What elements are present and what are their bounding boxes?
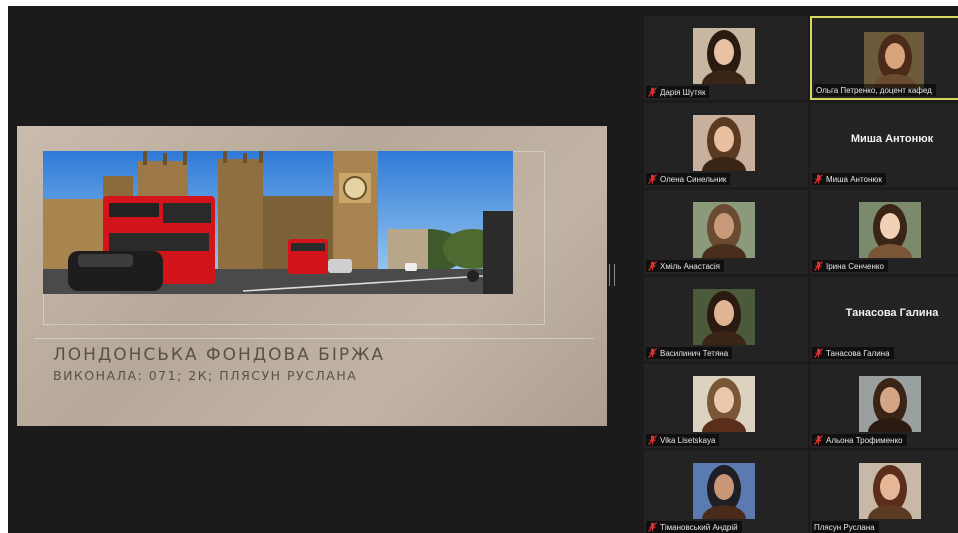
participant-video	[859, 202, 921, 258]
window-edge	[0, 0, 8, 533]
participant-name-bar: Олена Синельник	[646, 173, 731, 185]
participant-tile[interactable]: Хміль Анастасія	[644, 190, 808, 274]
participant-name-bar: Дарія Шутяк	[646, 86, 710, 98]
muted-microphone-icon	[648, 87, 657, 97]
participant-video	[693, 463, 755, 519]
participant-tile[interactable]: Ольга Петренко, доцент кафед	[810, 16, 958, 100]
muted-microphone-icon	[648, 435, 657, 445]
participant-video	[693, 289, 755, 345]
muted-microphone-icon	[814, 174, 823, 184]
participant-video	[693, 28, 755, 84]
participant-tile[interactable]: Василинич Тетяна	[644, 277, 808, 361]
participant-tile[interactable]: Танасова Галина Танасова Галина	[810, 277, 958, 361]
muted-microphone-icon	[648, 522, 657, 532]
participant-video	[693, 202, 755, 258]
participant-video	[864, 32, 924, 88]
participant-name: Танасова Галина	[826, 348, 890, 358]
slide-subtitle: ВИКОНАЛА: 071; 2К; ПЛЯСУН РУСЛАНА	[53, 368, 358, 383]
participant-name-bar: Плясун Руслана	[812, 521, 879, 533]
muted-microphone-icon	[814, 435, 823, 445]
participant-name-bar: Миша Антонюк	[812, 173, 886, 185]
muted-microphone-icon	[648, 261, 657, 271]
participant-tile[interactable]: Тімановський Андрій	[644, 451, 808, 533]
muted-microphone-icon	[814, 348, 823, 358]
muted-microphone-icon	[814, 261, 823, 271]
participant-tile[interactable]: Олена Синельник	[644, 103, 808, 187]
participant-name-bar: Василинич Тетяна	[646, 347, 733, 359]
participant-tile[interactable]: Дарія Шутяк	[644, 16, 808, 100]
participant-name-bar: Альона Трофименко	[812, 434, 907, 446]
participant-name-bar: Vika Lisetskaya	[646, 434, 720, 446]
participant-name: Василинич Тетяна	[660, 348, 729, 358]
participant-name-large: Миша Антонюк	[850, 133, 934, 145]
shared-screen-slide: ЛОНДОНСЬКА ФОНДОВА БІРЖА ВИКОНАЛА: 071; …	[17, 126, 607, 426]
participant-tile[interactable]: Миша Антонюк Миша Антонюк	[810, 103, 958, 187]
muted-microphone-icon	[648, 174, 657, 184]
participant-name: Олена Синельник	[660, 174, 727, 184]
participant-name: Vika Lisetskaya	[660, 435, 716, 445]
participant-name-large: Танасова Галина	[845, 307, 939, 319]
participant-name: Тімановський Андрій	[660, 522, 738, 532]
splitter-handle[interactable]	[609, 264, 615, 286]
participant-name-bar: Хміль Анастасія	[646, 260, 725, 272]
slide-title: ЛОНДОНСЬКА ФОНДОВА БІРЖА	[53, 345, 386, 365]
participant-video	[693, 115, 755, 171]
london-photo	[43, 151, 513, 294]
participant-name-bar: Тімановський Андрій	[646, 521, 742, 533]
participant-tile[interactable]: Vika Lisetskaya	[644, 364, 808, 448]
participant-name-bar: Ірина Сенченко	[812, 260, 888, 272]
muted-microphone-icon	[648, 348, 657, 358]
participant-name-bar: Ольга Петренко, доцент кафед	[814, 84, 936, 96]
meeting-window: ЛОНДОНСЬКА ФОНДОВА БІРЖА ВИКОНАЛА: 071; …	[8, 6, 958, 533]
participant-name: Хміль Анастасія	[660, 261, 721, 271]
participant-name-bar: Танасова Галина	[812, 347, 894, 359]
participant-tile[interactable]: Альона Трофименко	[810, 364, 958, 448]
participant-name: Ольга Петренко, доцент кафед	[816, 85, 932, 95]
participant-name: Дарія Шутяк	[660, 87, 706, 97]
participant-video	[859, 463, 921, 519]
participant-tile[interactable]: Плясун Руслана	[810, 451, 958, 533]
participant-name: Ірина Сенченко	[826, 261, 884, 271]
participant-name: Миша Антонюк	[826, 174, 882, 184]
participant-video	[693, 376, 755, 432]
participant-video	[859, 376, 921, 432]
participant-name: Альона Трофименко	[826, 435, 903, 445]
participant-name: Плясун Руслана	[814, 522, 875, 532]
participant-tile[interactable]: Ірина Сенченко	[810, 190, 958, 274]
